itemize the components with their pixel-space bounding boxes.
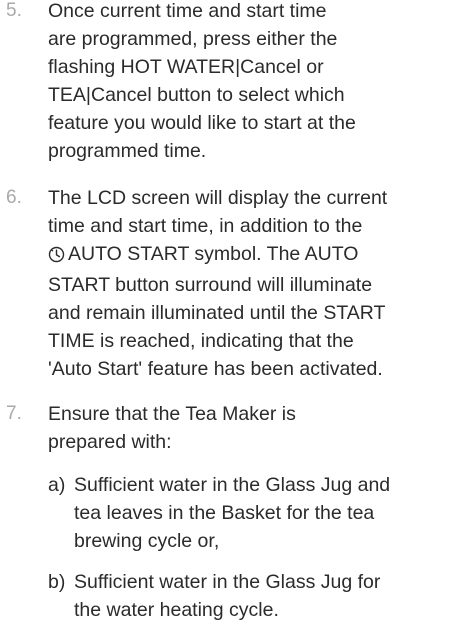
text-line: 'Auto Start' feature has been activated. (48, 358, 383, 380)
text-line: programmed time. (48, 140, 207, 162)
clock-icon (48, 243, 65, 271)
subitem-label: b) (48, 571, 66, 593)
step-number: 7. (6, 403, 22, 424)
subitem-text: Sufficient water in the Glass Jug for th… (74, 568, 446, 624)
text-line: Sufficient water in the Glass Jug for (74, 571, 381, 593)
text-line: The LCD screen will display the current (48, 187, 388, 209)
text-line: are programmed, press either the (48, 28, 338, 50)
step-number: 5. (6, 0, 22, 21)
step-text: Ensure that the Tea Maker is prepared wi… (48, 400, 446, 456)
text-line: the water heating cycle. (74, 599, 279, 621)
text-line-with-icon: AUTO START symbol. The AUTO (48, 240, 446, 271)
subitem-label: a) (48, 474, 66, 496)
step-number: 6. (6, 187, 22, 208)
text-line: flashing HOT WATER|Cancel or (48, 56, 324, 78)
subitem-text: Sufficient water in the Glass Jug and te… (74, 471, 446, 555)
text-line: START button surround will illuminate (48, 274, 373, 296)
text-line: Sufficient water in the Glass Jug and (74, 474, 391, 496)
text-line: tea leaves in the Basket for the tea (74, 502, 375, 524)
text-line: prepared with: (48, 431, 172, 453)
text-line: brewing cycle or, (74, 530, 220, 552)
text-line: Ensure that the Tea Maker is (48, 403, 296, 425)
text-line: AUTO START symbol. The AUTO (68, 243, 359, 265)
text-line: TIME is reached, indicating that the (48, 330, 354, 352)
step-text: The LCD screen will display the current … (48, 184, 446, 383)
text-line: and remain illuminated until the START (48, 302, 386, 324)
text-line: time and start time, in addition to the (48, 215, 363, 237)
instruction-page: 5. Once current time and start time are … (0, 0, 449, 629)
step-text: Once current time and start time are pro… (48, 0, 446, 165)
text-line: TEA|Cancel button to select which (48, 84, 345, 106)
text-line: Once current time and start time (48, 0, 327, 22)
text-line: feature you would like to start at the (48, 112, 356, 134)
